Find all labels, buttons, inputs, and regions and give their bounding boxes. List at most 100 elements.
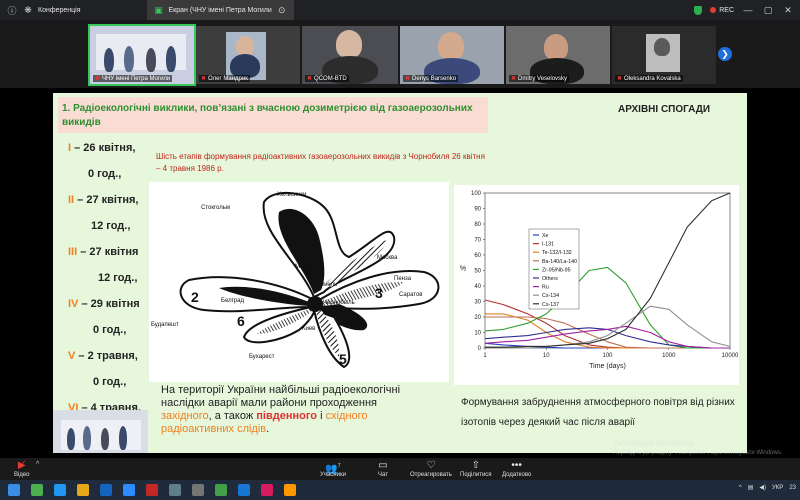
folder-icon[interactable]: [77, 484, 89, 496]
conclusion-text-part3: і: [317, 410, 326, 422]
windows-start-icon[interactable]: [8, 484, 20, 496]
maximize-icon[interactable]: ▢: [762, 5, 774, 16]
participant-tile[interactable]: ✖ QCOM-BTD: [302, 26, 398, 84]
taskbar-app-icon[interactable]: [192, 484, 204, 496]
x-tick-label: 10000: [722, 353, 739, 359]
y-tick-label: 20: [474, 315, 481, 321]
participant-face: [654, 38, 670, 56]
chat-button-label: Чат: [378, 472, 388, 478]
slide-header: 1. Радіоекологічні виклики, пов’язані з …: [62, 103, 473, 128]
meeting-tab[interactable]: ⓘ ❋ Конференція: [0, 0, 87, 20]
taskbar-app-icon[interactable]: [169, 484, 181, 496]
language-indicator[interactable]: УКР: [772, 485, 783, 491]
x-axis-label: Time (days): [589, 363, 626, 370]
participant-figure: [119, 426, 127, 450]
chart-caption: Формування забруднення атмосферного пові…: [461, 397, 735, 428]
y-tick-label: 50: [474, 269, 481, 275]
legend-label: Ru: [542, 285, 549, 291]
participant-name: ✖ Denys Barsenko: [403, 75, 459, 82]
windows-activation-hint: Перейдіть до розділу "Настройки", щоб ак…: [613, 450, 783, 456]
shared-screen: 1. Радіоекологічні виклики, пов’язані з …: [0, 88, 800, 458]
taskbar-app-icon[interactable]: [54, 484, 66, 496]
participants-icon: 👥7: [325, 463, 341, 475]
western-trace: західного: [161, 410, 209, 422]
y-tick-label: 100: [471, 191, 482, 197]
video-options-chevron-icon[interactable]: ^: [36, 461, 39, 468]
y-tick-label: 60: [474, 253, 481, 259]
share-button[interactable]: ⇧ Поділитися: [460, 460, 492, 478]
windows-activation-title: Активація Windows: [613, 438, 693, 448]
volume-icon[interactable]: ◀): [759, 484, 766, 491]
isotope-chart-svg: 01020304050607080901001 10 100 1000 10000Tim…: [460, 191, 739, 370]
fallout-map-svg: Стокгольм Хельсинки Минск Москва Гомель …: [151, 191, 440, 369]
taskbar-app-icon[interactable]: [31, 484, 43, 496]
chat-button[interactable]: ▭ Чат: [378, 460, 388, 478]
taskbar-app-icon[interactable]: [261, 484, 273, 496]
participant-figure: [146, 48, 156, 72]
legend-label: Zr-95/Nb-95: [542, 267, 571, 273]
word-icon[interactable]: [238, 484, 250, 496]
chrome-icon[interactable]: [215, 484, 227, 496]
fallout-map: Стокгольм Хельсинки Минск Москва Гомель …: [149, 182, 449, 382]
taskbar-app-icon[interactable]: [100, 484, 112, 496]
share-button-label: Поділитися: [460, 472, 492, 478]
legend-label: I-131: [542, 242, 554, 248]
participant-tile[interactable]: ✖ ЧНУ імені Петра Могили: [88, 24, 196, 86]
recording-dot-icon: [710, 7, 717, 13]
stage-item: 12 год.,: [91, 220, 130, 232]
mic-muted-icon: ✖: [95, 76, 101, 82]
tray-chevron-icon[interactable]: ^: [739, 485, 742, 491]
more-button[interactable]: ••• Додатково: [502, 460, 531, 478]
map-number-3: 3: [375, 285, 383, 301]
heart-icon: ♡: [426, 460, 436, 471]
conclusion-text-part2: , а також: [208, 410, 257, 422]
participant-tile[interactable]: ✖ Олег Мандрик: [196, 26, 300, 84]
stage-number: IV: [68, 298, 79, 310]
next-page-arrow-icon[interactable]: ❯: [718, 47, 732, 61]
stage-item: I – 26 квітня,: [68, 142, 135, 154]
map-number-1: 1: [284, 229, 292, 245]
participant-name: ✖ Олег Мандрик: [199, 75, 250, 82]
participant-figure: [166, 46, 176, 72]
participants-count: 7: [337, 463, 341, 469]
video-button[interactable]: ▶̸ Відео: [14, 460, 30, 478]
map-label-penza: Пенза: [394, 276, 412, 282]
video-off-icon: ▶̸: [17, 460, 26, 471]
x-tick-label: 1: [483, 353, 487, 359]
zoom-icon[interactable]: [123, 484, 135, 496]
stage-item: 0 год.,: [93, 324, 126, 336]
meeting-tab-label: Конференція: [38, 6, 81, 14]
participants-button[interactable]: 👥7 Учасники: [320, 460, 346, 478]
stage-text: 0 год.,: [88, 168, 122, 180]
tab-options-icon[interactable]: ⊙: [276, 5, 288, 16]
clock[interactable]: 23: [789, 485, 796, 491]
taskbar-app-icon[interactable]: [146, 484, 158, 496]
participant-name: ✖ ЧНУ імені Петра Могили: [93, 75, 173, 82]
participant-figure: [83, 426, 91, 450]
more-icon: •••: [511, 460, 522, 471]
y-tick-label: 10: [474, 331, 481, 337]
y-tick-label: 90: [474, 207, 481, 213]
meeting-controls: ▶̸ Відео ^ 👥7 Учасники ▭ Чат ♡ Отреагиро…: [0, 458, 800, 480]
close-icon[interactable]: ✕: [782, 5, 794, 16]
screen-share-tab[interactable]: ▣ Екран (ЧНУ імені Петра Могили ⊙: [146, 0, 294, 20]
legend-label: Xe: [542, 233, 549, 239]
share-screen-icon: ⇧: [471, 460, 480, 471]
y-tick-label: 70: [474, 238, 481, 244]
participant-gallery: ✖ ЧНУ імені Петра Могили ✖ Олег Мандрик …: [0, 20, 800, 88]
participant-tile[interactable]: ✖ Oleksandra Kovalska: [612, 26, 716, 84]
participant-tile[interactable]: ✖ Denys Barsenko: [400, 26, 504, 84]
info-icon[interactable]: ⓘ: [6, 4, 18, 17]
minimize-icon[interactable]: —: [742, 5, 754, 15]
legend-label: Cs-137: [542, 302, 559, 308]
stage-text: – 2 травня,: [75, 350, 138, 362]
reactions-button[interactable]: ♡ Отреагировать: [410, 460, 452, 478]
security-shield-icon[interactable]: [694, 5, 703, 15]
mic-muted-icon: ✖: [201, 76, 207, 82]
taskbar-app-icon[interactable]: [284, 484, 296, 496]
recording-indicator[interactable]: REC: [710, 7, 734, 14]
presenter-video-thumbnail[interactable]: [53, 410, 148, 453]
network-icon[interactable]: ▤: [748, 484, 754, 491]
map-number-2: 2: [191, 289, 199, 305]
participant-tile[interactable]: ✖ Dmitry Veselovsky: [506, 26, 610, 84]
